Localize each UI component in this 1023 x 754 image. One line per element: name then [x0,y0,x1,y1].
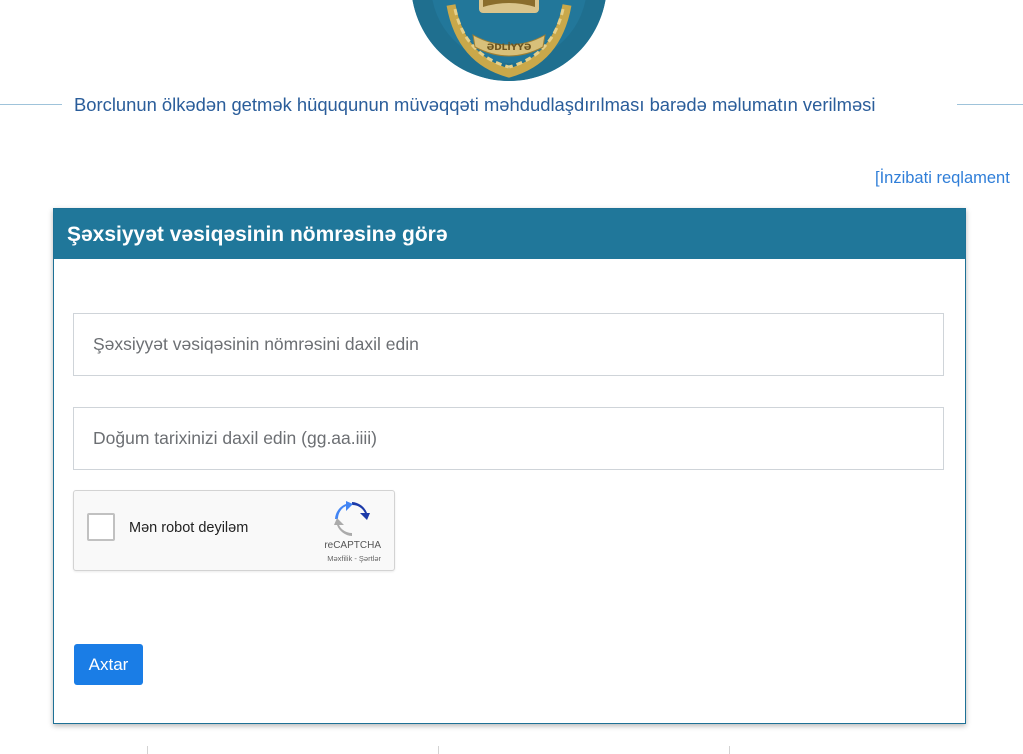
id-number-input[interactable] [73,313,944,376]
divider-line [0,104,62,105]
footer-divider [147,746,148,754]
recaptcha-checkbox[interactable] [87,513,115,541]
divider-line [957,104,1023,105]
recaptcha-widget: Mən robot deyiləm reCAPTCHA Məxfilik - Ş… [73,490,395,571]
form-header: Şəxsiyyət vəsiqəsinin nömrəsinə görə [54,209,965,259]
recaptcha-brand: reCAPTCHA [324,540,381,551]
page-title: Borclunun ölkədən getmək hüququnun müvəq… [74,94,876,115]
emblem-ribbon-text: ƏDLİYYƏ [487,42,532,53]
footer-divider [438,746,439,754]
ministry-emblem-icon: ƏDLİYYƏ [411,0,607,81]
recaptcha-label: Mən robot deyiləm [129,520,249,536]
page-title-row: Borclunun ölkədən getmək hüququnun müvəq… [0,92,1023,118]
recaptcha-logo-icon [334,501,370,536]
footer-divider [729,746,730,754]
birth-date-input[interactable] [73,407,944,470]
search-button[interactable]: Axtar [74,644,143,685]
administrative-regulation-link[interactable]: [İnzibati reqlament [875,167,1010,189]
recaptcha-privacy-terms-links[interactable]: Məxfilik - Şərtlər [327,554,381,563]
search-form-card: Şəxsiyyət vəsiqəsinin nömrəsinə görə Mən… [53,208,966,724]
